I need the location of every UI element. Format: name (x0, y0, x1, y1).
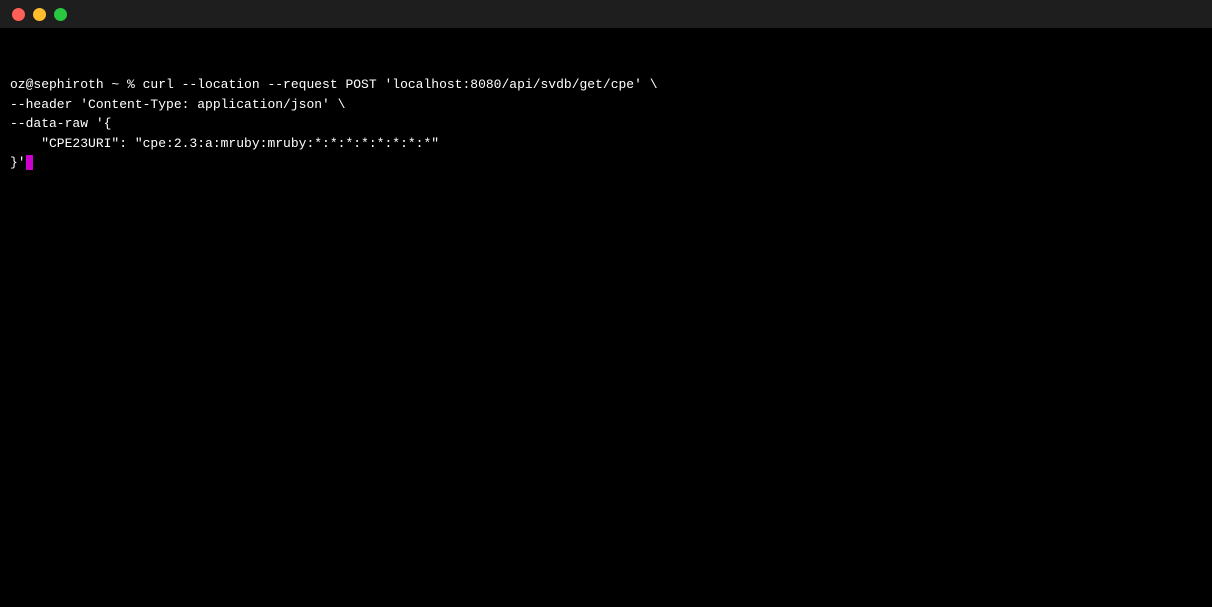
terminal-line-2: --header 'Content-Type: application/json… (10, 95, 1202, 115)
terminal-line-3: --data-raw '{ (10, 114, 1202, 134)
command-line-3: --data-raw '{ (10, 116, 111, 131)
command-line-4: "CPE23URI": "cpe:2.3:a:mruby:mruby:*:*:*… (10, 136, 439, 151)
terminal-window: oz@sephiroth ~ % curl --location --reque… (0, 0, 1212, 607)
maximize-button[interactable] (54, 8, 67, 21)
prompt: oz@sephiroth ~ % (10, 77, 143, 92)
minimize-button[interactable] (33, 8, 46, 21)
terminal-line-1: oz@sephiroth ~ % curl --location --reque… (10, 75, 1202, 95)
close-button[interactable] (12, 8, 25, 21)
terminal-line-4: "CPE23URI": "cpe:2.3:a:mruby:mruby:*:*:*… (10, 134, 1202, 154)
terminal-line-5: }' (10, 153, 1202, 173)
cursor (26, 155, 34, 170)
command-line-1: curl --location --request POST 'localhos… (143, 77, 658, 92)
command-line-5-prefix: }' (10, 155, 26, 170)
terminal-content: oz@sephiroth ~ % curl --location --reque… (0, 28, 1212, 220)
title-bar (0, 0, 1212, 28)
command-line-2: --header 'Content-Type: application/json… (10, 97, 345, 112)
